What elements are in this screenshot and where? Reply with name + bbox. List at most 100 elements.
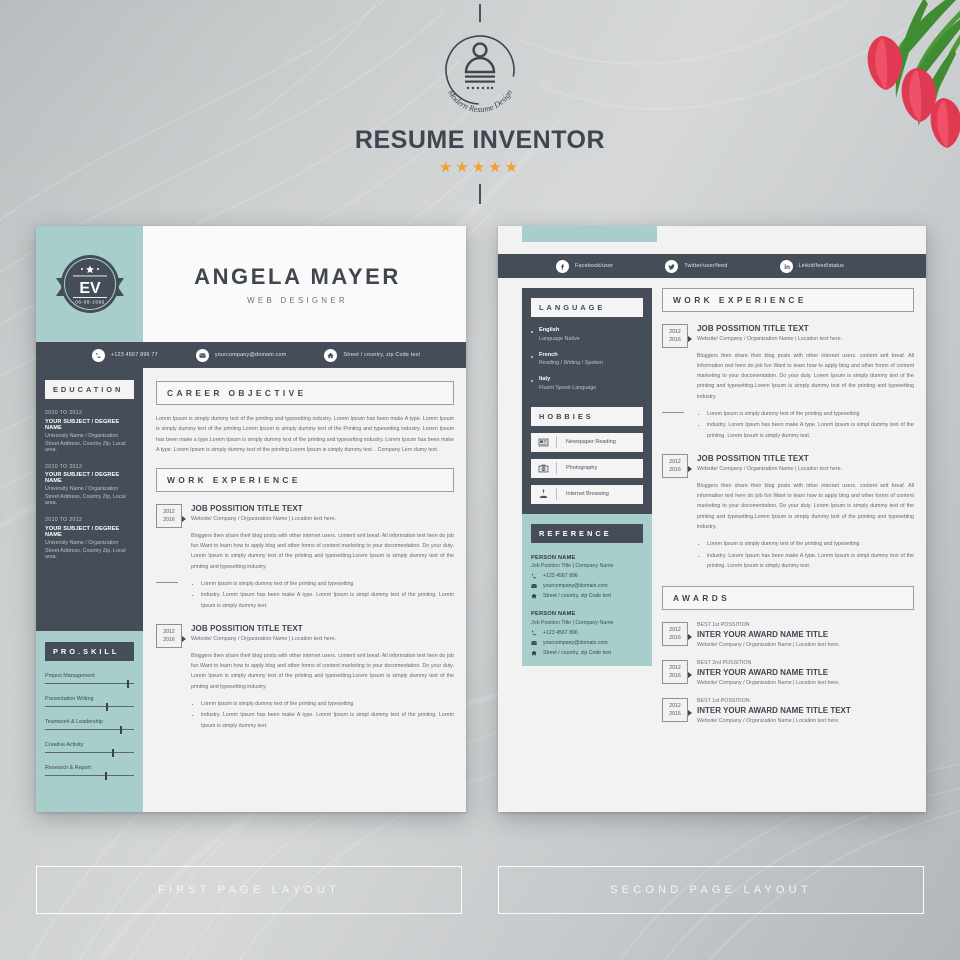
rating-stars: ★★★★★	[438, 159, 522, 176]
award-item: 2012 2016 BEST 2nd POSSITION INTER YOUR …	[662, 660, 914, 686]
work-item-bullets: Lorem Ipsum is simply dummy text of the …	[662, 532, 914, 572]
award-title: INTER YOUR AWARD NAME TITLE	[697, 668, 829, 678]
arrow-marker-icon	[688, 466, 692, 473]
reference-subtitle: Job Position Title | Company Name	[531, 619, 614, 626]
education-years: 2010 TO 2012	[45, 463, 83, 470]
skill-knob[interactable]	[126, 679, 130, 688]
contact-email[interactable]: yourcompany@domain.com	[195, 348, 287, 362]
second-page-preview[interactable]: Facebook/user Twitter/user/feed Linkid/f…	[498, 226, 926, 812]
skill-row: Presentation Writing	[45, 696, 134, 711]
reference-email: yourcompany@domain.com	[531, 640, 643, 646]
date-to: 2016	[163, 517, 175, 524]
work-heading: WORK EXPERIENCE	[156, 468, 454, 493]
skill-track[interactable]	[45, 771, 134, 780]
language-detail: Language Native	[539, 335, 580, 342]
education-org: University Name / Organization	[45, 539, 119, 546]
date-box: 2012 2016	[156, 624, 186, 692]
reference-address: Street / country, zip Code text	[531, 650, 643, 656]
date-box: 2012 2016	[662, 324, 692, 402]
work-item: 2012 2016 JOB POSSITION TITLE TEXT Websi…	[662, 454, 914, 532]
language-name: Italy	[539, 376, 551, 382]
language-detail: Fluent Speek Language	[539, 384, 597, 391]
education-years: 2010 TO 2012	[45, 517, 83, 523]
top-tick-line	[479, 4, 481, 22]
skill-track[interactable]	[45, 748, 134, 757]
job-bullet: industry. Lorem Ipsum has been make A ty…	[707, 551, 914, 572]
reference-heading: REFERENCE	[531, 523, 643, 543]
contact-phone[interactable]: +123 4567 896 77	[92, 348, 158, 362]
hobby-item[interactable]: Newspaper Reading	[531, 432, 643, 452]
date-to: 2016	[163, 637, 175, 644]
language-item: Italy Fluent Speek Language	[531, 376, 643, 391]
contact-address[interactable]: Street / country, zip Code text	[324, 348, 420, 362]
education-item: 2010 TO 2012 YOUR SUBJECT / DEGREE NAME …	[45, 517, 134, 560]
award-item: 2012 2016 BEST 1st POSSITION INTER YOUR …	[662, 698, 914, 724]
hobby-item[interactable]: Internet Browsing	[531, 484, 643, 504]
job-title: JOB POSSITION TITLE TEXT	[191, 624, 303, 634]
social-facebook-text: Facebook/user	[575, 263, 614, 269]
date-from: 2012	[669, 459, 681, 466]
language-name: English	[539, 327, 560, 333]
hobby-label: Newspaper Reading	[566, 439, 616, 445]
award-subtitle: Website/ Company / Organization Name | L…	[697, 718, 840, 725]
arrow-marker-icon	[688, 336, 692, 342]
work-item-bullets: Lorem Ipsum is simply dummy text of the …	[662, 402, 914, 442]
award-rank: BEST 1st POSSITION	[697, 698, 750, 705]
skills-heading: PRO.SKILL	[45, 642, 134, 661]
skill-track[interactable]	[45, 702, 134, 711]
page-layout-captions: FIRST PAGE LAYOUT SECOND PAGE LAYOUT	[0, 866, 960, 914]
job-bullet: industry. Lorem Ipsum has been make A ty…	[707, 420, 914, 441]
bullet-dot-icon	[531, 380, 533, 382]
page2-body: LANGUAGE English Language Native French …	[498, 278, 926, 812]
date-to: 2016	[669, 467, 681, 474]
reference-email: yourcompany@domain.com	[531, 583, 643, 589]
skill-knob[interactable]	[119, 725, 123, 734]
twitter-icon	[665, 259, 679, 273]
social-twitter[interactable]: Twitter/user/feed	[665, 259, 727, 273]
home-icon	[531, 650, 537, 655]
award-subtitle: Website/ Company / Organization Name | L…	[697, 642, 840, 649]
skill-track[interactable]	[45, 679, 134, 688]
brand-title: RESUME INVENTOR	[354, 126, 606, 154]
arrow-marker-icon	[182, 516, 186, 523]
date-to: 2016	[669, 711, 681, 718]
job-subtitle: Website/ Company / Organization Name | L…	[697, 335, 843, 342]
home-icon	[324, 348, 338, 362]
education-address: Street Address, Country Zip, Local area.	[45, 547, 126, 560]
internet-icon	[531, 488, 557, 500]
education-org: University Name / Organization	[45, 432, 119, 439]
bullet-dot-icon	[531, 331, 533, 333]
skill-label: Project Management	[45, 673, 95, 679]
logo-curved-text: Modern Resume Design	[445, 87, 514, 114]
job-bullet: industry. Lorem Ipsum has been make A ty…	[201, 710, 454, 731]
skill-track[interactable]	[45, 725, 134, 734]
skill-row: Research & Report	[45, 765, 134, 780]
hobby-label: Photography	[566, 465, 598, 471]
envelope-icon	[531, 640, 537, 645]
arrow-marker-icon	[688, 672, 692, 679]
page1-main-column: CAREER OBJECTIVE Lorem Ipsum is simply d…	[143, 368, 466, 812]
skill-row: Creative Activity	[45, 742, 134, 757]
social-facebook[interactable]: Facebook/user	[556, 259, 614, 273]
work-item-bullets: Lorem Ipsum is simply dummy text of the …	[156, 572, 454, 612]
award-title: INTER YOUR AWARD NAME TITLE	[697, 630, 829, 640]
social-linkedin[interactable]: Linkid/feed/status	[779, 259, 845, 273]
skill-knob[interactable]	[105, 702, 109, 711]
brand-header: Modern Resume Design RESUME INVENTOR ★★★…	[0, 4, 960, 204]
reference-phone: +123 4567 896	[531, 630, 643, 636]
date-box: 2012 2016	[662, 698, 692, 724]
date-to: 2016	[669, 337, 681, 344]
education-years: 2010 TO 2012	[45, 410, 83, 416]
skill-knob[interactable]	[111, 748, 115, 757]
date-from: 2012	[669, 329, 681, 335]
date-box: 2012 2016	[662, 622, 692, 648]
phone-icon	[92, 348, 105, 362]
work-item: 2012 2016 JOB POSSITION TITLE TEXT Websi…	[156, 504, 454, 572]
skill-knob[interactable]	[104, 771, 108, 780]
skill-label: Presentation Writing	[45, 696, 94, 702]
phone-icon	[532, 630, 536, 635]
hobby-item[interactable]: Photography	[531, 458, 643, 478]
social-linkedin-text: Linkid/feed/status	[798, 263, 845, 269]
education-degree: YOUR SUBJECT / DEGREE NAME	[45, 418, 120, 431]
first-page-preview[interactable]: EV 06-08-1995 ANGELA MAYER WEB DESIGNER …	[36, 226, 466, 812]
